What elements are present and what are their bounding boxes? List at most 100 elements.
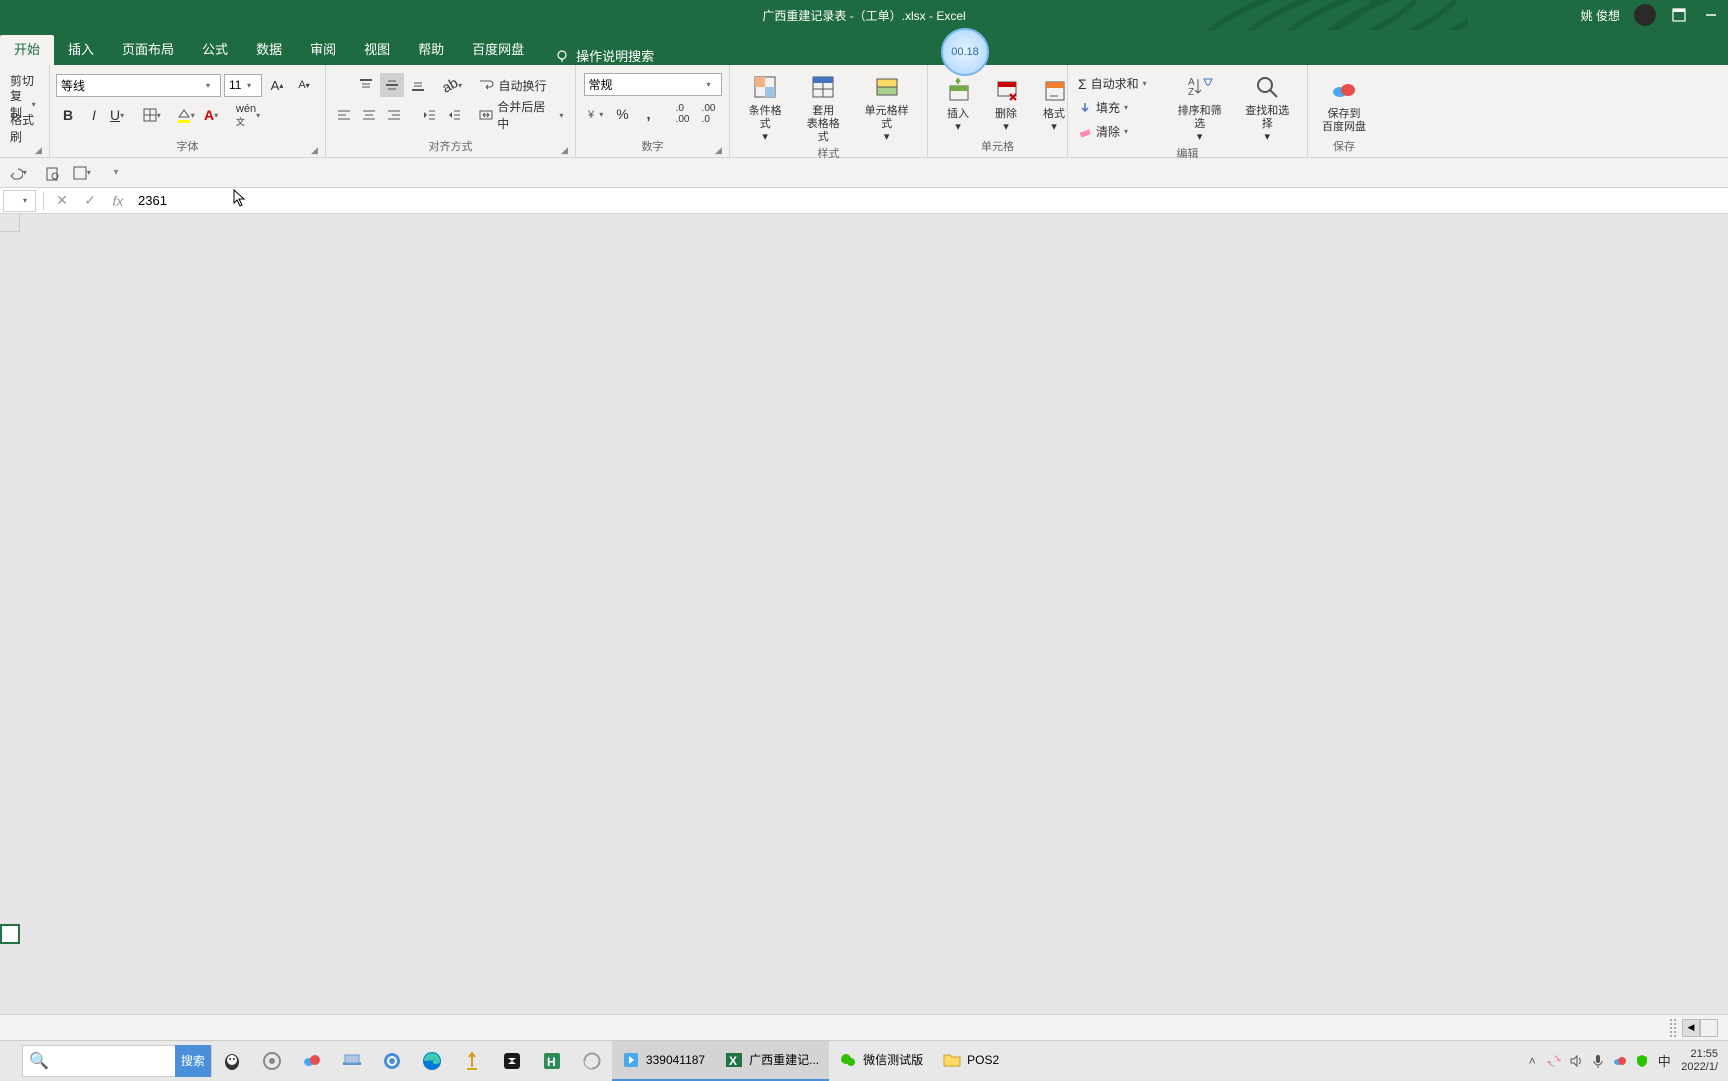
tab-home[interactable]: 开始 <box>0 35 54 65</box>
tab-baidu[interactable]: 百度网盘 <box>458 35 538 65</box>
tb-browser1-icon[interactable] <box>372 1041 412 1081</box>
minimize-button[interactable] <box>1702 6 1720 24</box>
font-name-select[interactable]: 等线▾ <box>56 74 221 97</box>
sort-filter-button[interactable]: AZ 排序和筛选▾ <box>1166 69 1234 146</box>
tray-clock[interactable]: 21:55 2022/1/ <box>1675 1048 1724 1074</box>
start-button[interactable] <box>0 1041 20 1081</box>
tab-layout[interactable]: 页面布局 <box>108 35 188 65</box>
worksheet-area[interactable] <box>0 214 1728 1014</box>
select-all-corner[interactable] <box>0 214 20 232</box>
formula-input[interactable] <box>132 190 1728 212</box>
percent-button[interactable]: % <box>611 102 635 126</box>
indent-decrease-button[interactable] <box>418 103 441 127</box>
autosum-button[interactable]: Σ自动求和▾ <box>1074 73 1166 95</box>
format-painter-button[interactable]: 格式刷 <box>6 117 43 139</box>
tell-me[interactable]: 操作说明搜索 <box>554 46 654 65</box>
orientation-button[interactable]: ab▾ <box>442 73 466 97</box>
phonetic-button[interactable]: wén文▾ <box>236 103 260 127</box>
tray-chevron-icon[interactable]: ˄ <box>1521 1041 1543 1081</box>
tb-qq-icon[interactable] <box>212 1041 252 1081</box>
alignment-launcher[interactable]: ◢ <box>561 145 571 155</box>
tray-security-icon[interactable] <box>1631 1041 1653 1081</box>
tab-help[interactable]: 帮助 <box>404 35 458 65</box>
tb-capcut-icon[interactable] <box>492 1041 532 1081</box>
tb-app2-icon[interactable] <box>252 1041 292 1081</box>
user-avatar-icon[interactable] <box>1634 4 1656 26</box>
scroll-left-button[interactable]: ◀ <box>1682 1019 1700 1037</box>
border-button[interactable]: ▾ <box>142 103 166 127</box>
tray-sync-icon[interactable] <box>1543 1041 1565 1081</box>
clear-button[interactable]: 清除▾ <box>1074 121 1166 143</box>
tb-app-wechat[interactable]: 微信测试版 <box>829 1041 933 1081</box>
delete-cells-button[interactable]: 删除▾ <box>982 72 1030 136</box>
tab-formulas[interactable]: 公式 <box>188 35 242 65</box>
number-format-select[interactable]: 常规▾ <box>584 73 722 96</box>
comma-button[interactable]: , <box>637 102 661 126</box>
tb-app3-icon[interactable] <box>452 1041 492 1081</box>
tray-mic-icon[interactable] <box>1587 1041 1609 1081</box>
tb-app4-icon[interactable] <box>572 1041 612 1081</box>
save-baidu-button[interactable]: 保存到 百度网盘 <box>1314 72 1374 136</box>
tb-edge-icon[interactable] <box>412 1041 452 1081</box>
conditional-format-button[interactable]: 条件格式▾ <box>736 69 794 146</box>
fill-button[interactable]: 填充▾ <box>1074 97 1166 119</box>
timer-overlay[interactable]: 00.18 <box>941 28 989 76</box>
search-button[interactable]: 搜索 <box>175 1045 211 1077</box>
tb-app-todesk[interactable]: 339041187 <box>612 1041 715 1081</box>
indent-increase-button[interactable] <box>443 103 466 127</box>
font-color-button[interactable]: A▾ <box>202 103 226 127</box>
cell-styles-button[interactable]: 单元格样式▾ <box>852 69 921 146</box>
tb-explorer-icon[interactable] <box>332 1041 372 1081</box>
horizontal-scrollbar[interactable]: ◀ <box>1682 1019 1718 1037</box>
merge-center-button[interactable]: 合并后居中▾ <box>478 103 569 127</box>
align-bottom-button[interactable] <box>406 73 430 97</box>
tray-cloud-icon[interactable] <box>1609 1041 1631 1081</box>
find-select-button[interactable]: 查找和选择▾ <box>1233 69 1301 146</box>
shrink-font-button[interactable]: A▾ <box>292 73 316 97</box>
name-box[interactable]: ▾ <box>3 190 36 212</box>
fill-color-button[interactable]: ▾ <box>176 103 200 127</box>
selected-cell[interactable] <box>0 924 20 944</box>
bold-button[interactable]: B <box>56 103 80 127</box>
tray-ime[interactable]: 中 <box>1653 1041 1675 1081</box>
tab-insert[interactable]: 插入 <box>54 35 108 65</box>
tb-hbuilder-icon[interactable]: H <box>532 1041 572 1081</box>
tb-baidu-icon[interactable] <box>292 1041 332 1081</box>
tray-volume-icon[interactable] <box>1565 1041 1587 1081</box>
page-borders-button[interactable]: ▾ <box>72 161 96 185</box>
underline-button[interactable]: U▾ <box>108 103 132 127</box>
ribbon-display-button[interactable] <box>1670 6 1688 24</box>
tab-review[interactable]: 审阅 <box>296 35 350 65</box>
wrap-text-button[interactable]: 自动换行 <box>478 73 546 97</box>
grow-font-button[interactable]: A▴ <box>265 73 289 97</box>
align-top-button[interactable] <box>354 73 378 97</box>
splitter-handle[interactable] <box>1670 1019 1676 1037</box>
number-launcher[interactable]: ◢ <box>715 145 725 155</box>
font-size-select[interactable]: 11▾ <box>224 74 262 97</box>
currency-button[interactable]: ¥▾ <box>585 102 609 126</box>
enter-formula-button[interactable]: ✓ <box>76 190 104 212</box>
user-name[interactable]: 姚 俊想 <box>1581 7 1620 24</box>
increase-decimal-button[interactable]: .0.00 <box>671 102 695 126</box>
align-left-button[interactable] <box>332 103 355 127</box>
clipboard-launcher[interactable]: ◢ <box>35 145 45 155</box>
align-middle-button[interactable] <box>380 73 404 97</box>
tb-app-excel[interactable]: X 广西重建记... <box>715 1041 829 1081</box>
cancel-formula-button[interactable]: ✕ <box>48 190 76 212</box>
insert-cells-button[interactable]: 插入▾ <box>934 72 982 136</box>
taskbar-search[interactable]: 🔍 搜索 <box>22 1045 212 1077</box>
decrease-decimal-button[interactable]: .00.0 <box>697 102 721 126</box>
print-preview-button[interactable] <box>40 161 64 185</box>
align-center-button[interactable] <box>357 103 380 127</box>
undo-button[interactable]: ▾ <box>8 161 32 185</box>
search-input[interactable] <box>55 1054 175 1068</box>
tb-app-folder[interactable]: POS2 <box>933 1041 1009 1081</box>
font-launcher[interactable]: ◢ <box>311 145 321 155</box>
fx-button[interactable]: fx <box>104 190 132 212</box>
tab-data[interactable]: 数据 <box>242 35 296 65</box>
tab-view[interactable]: 视图 <box>350 35 404 65</box>
table-format-button[interactable]: 套用 表格格式 <box>794 69 852 146</box>
align-right-button[interactable] <box>383 103 406 127</box>
qat-customize-button[interactable]: ▾ <box>104 161 128 185</box>
italic-button[interactable]: I <box>82 103 106 127</box>
